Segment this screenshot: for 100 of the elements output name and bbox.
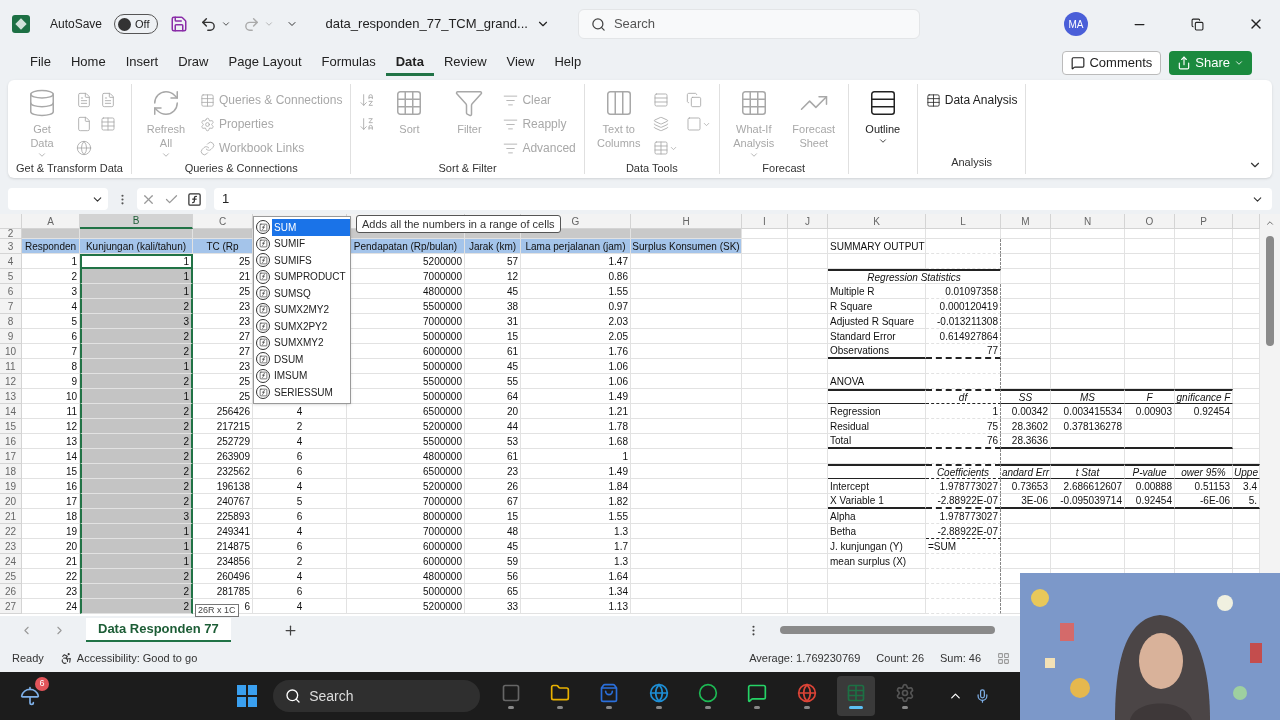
function-suggestion[interactable]: SUMPRODUCT: [254, 268, 350, 285]
search-field[interactable]: Search: [577, 9, 920, 39]
function-icon[interactable]: [187, 191, 202, 207]
row-header[interactable]: 3: [0, 239, 22, 254]
weather-icon[interactable]: [20, 686, 40, 706]
menu-tab[interactable]: Home: [60, 50, 116, 76]
row-header[interactable]: 6: [0, 284, 22, 299]
empty-cell: [742, 554, 788, 569]
menu-tab[interactable]: File: [20, 50, 61, 76]
taskbar-search[interactable]: Search: [273, 680, 481, 712]
taskbar-app[interactable]: [837, 676, 875, 716]
function-suggestion[interactable]: SUMIF: [254, 235, 350, 252]
column-header[interactable]: N: [1051, 214, 1125, 229]
row-header[interactable]: 25: [0, 569, 22, 584]
menu-tab[interactable]: Data: [385, 50, 434, 76]
table-cell: J. kunjungan (Y): [828, 539, 926, 554]
column-header[interactable]: J: [788, 214, 828, 229]
row-header[interactable]: 22: [0, 524, 22, 539]
table-cell: 1.78: [521, 419, 631, 434]
table-cell: 6: [253, 464, 347, 479]
column-header[interactable]: K: [828, 214, 926, 229]
menu-tab[interactable]: Insert: [115, 50, 169, 76]
menu-tab[interactable]: Help: [544, 50, 592, 76]
share-button[interactable]: Share: [1169, 51, 1252, 75]
menu-tab[interactable]: Page Layout: [218, 50, 312, 76]
row-header[interactable]: 27: [0, 599, 22, 614]
sheet-tab[interactable]: Data Responden 77: [86, 618, 231, 642]
microphone-icon[interactable]: [975, 688, 990, 704]
add-sheet-icon[interactable]: [282, 622, 298, 638]
ribbon-button[interactable]: Outline: [856, 88, 909, 146]
empty-cell: [1125, 269, 1175, 284]
file-name-button[interactable]: data_responden_77_TCM_grand...: [325, 14, 550, 34]
row-header[interactable]: 24: [0, 554, 22, 569]
row-header[interactable]: 20: [0, 494, 22, 509]
row-header[interactable]: 11: [0, 359, 22, 374]
empty-cell: [742, 269, 788, 284]
empty-cell: [1001, 284, 1051, 299]
table-cell: 1.82: [521, 494, 631, 509]
row-header[interactable]: 14: [0, 404, 22, 419]
column-header[interactable]: B: [80, 214, 193, 229]
row-header[interactable]: 4: [0, 254, 22, 269]
row-header[interactable]: 16: [0, 434, 22, 449]
menu-tab[interactable]: Draw: [168, 50, 219, 76]
function-suggestion[interactable]: SUMSQ: [254, 285, 350, 302]
formula-field[interactable]: 1: [214, 188, 1272, 210]
row-header[interactable]: 7: [0, 299, 22, 314]
search-placeholder: Search: [309, 686, 354, 706]
row-header[interactable]: 10: [0, 344, 22, 359]
empty-cell: [1175, 434, 1233, 449]
empty-cell: [742, 524, 788, 539]
row-header[interactable]: 23: [0, 539, 22, 554]
function-suggestion[interactable]: DSUM: [254, 351, 350, 368]
row-header[interactable]: 15: [0, 419, 22, 434]
function-suggestion[interactable]: SUMX2PY2: [254, 318, 350, 335]
row-header[interactable]: 9: [0, 329, 22, 344]
accessibility-status[interactable]: Accessibility: Good to go: [59, 649, 198, 667]
caret-icon[interactable]: [263, 19, 274, 29]
menu-tab[interactable]: Formulas: [311, 50, 386, 76]
table-cell: 252729: [193, 434, 253, 449]
avatar[interactable]: MA: [1064, 12, 1088, 36]
start-icon[interactable]: [236, 685, 258, 707]
column-header[interactable]: I: [742, 214, 788, 229]
scrollbar-thumb[interactable]: [1266, 236, 1274, 346]
column-header[interactable]: L: [926, 214, 1001, 229]
empty-cell: [788, 344, 828, 359]
row-header[interactable]: 17: [0, 449, 22, 464]
caret-icon[interactable]: [220, 19, 231, 29]
table-icon: [100, 116, 116, 132]
row-header[interactable]: 19: [0, 479, 22, 494]
undo-icon[interactable]: [199, 15, 217, 33]
row-header[interactable]: 12: [0, 374, 22, 389]
empty-cell: [742, 389, 788, 404]
table-cell: 1: [926, 404, 1001, 419]
row-header[interactable]: 26: [0, 584, 22, 599]
row-header[interactable]: 5: [0, 269, 22, 284]
save-icon[interactable]: [169, 15, 188, 33]
file-icon: [76, 116, 92, 132]
normal-view-icon[interactable]: [997, 651, 1010, 665]
function-suggestion[interactable]: IMSUM: [254, 367, 350, 384]
redo-icon[interactable]: [242, 15, 260, 33]
function-suggestion[interactable]: SERIESSUM: [254, 384, 350, 401]
function-suggestion[interactable]: SUMIFS: [254, 252, 350, 269]
table-cell: 0.00903: [1125, 404, 1175, 419]
column-header[interactable]: M: [1001, 214, 1051, 229]
comments-button[interactable]: Comments: [1062, 51, 1162, 75]
restore-icon[interactable]: [1191, 17, 1204, 31]
ribbon-button[interactable]: Data Analysis: [925, 88, 1018, 112]
row-header[interactable]: 13: [0, 389, 22, 404]
table-cell: 1.47: [521, 254, 631, 269]
menu-tab[interactable]: Review: [433, 50, 497, 76]
menu-tab[interactable]: View: [496, 50, 545, 76]
row-header[interactable]: 8: [0, 314, 22, 329]
empty-cell: [742, 464, 788, 479]
column-header[interactable]: O: [1125, 214, 1175, 229]
column-header[interactable]: P: [1175, 214, 1233, 229]
function-suggestion[interactable]: SUMXMY2: [254, 334, 350, 351]
row-header[interactable]: 21: [0, 509, 22, 524]
function-suggestion[interactable]: SUMX2MY2: [254, 301, 350, 318]
row-header[interactable]: 18: [0, 464, 22, 479]
horizontal-scrollbar[interactable]: [780, 626, 995, 634]
